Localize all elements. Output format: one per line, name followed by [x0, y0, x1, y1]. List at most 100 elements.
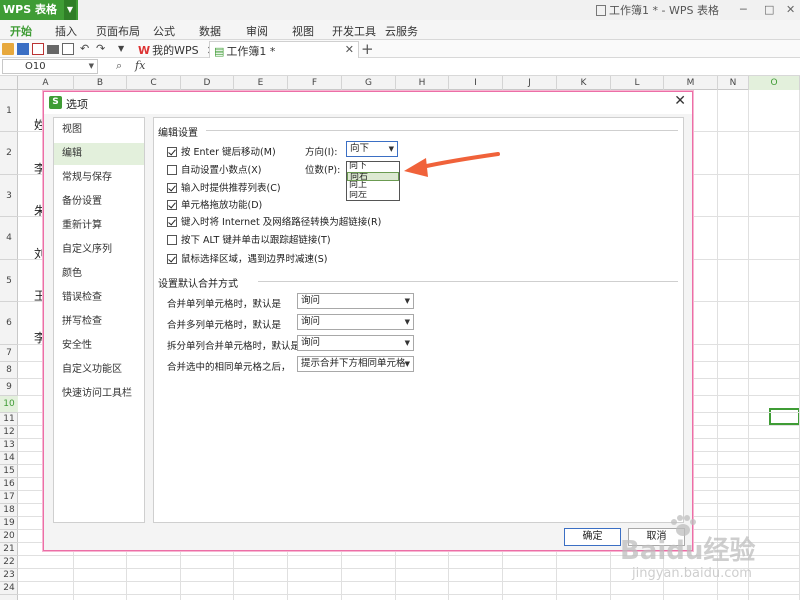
column-header-n[interactable]: N [718, 76, 749, 90]
column-header-h[interactable]: H [396, 76, 449, 90]
minimize-icon[interactable]: ─ [740, 3, 747, 16]
merge-multi-column-select[interactable]: 询问 ▼ [297, 314, 414, 330]
merge-single-column-select[interactable]: 询问 ▼ [297, 293, 414, 309]
column-header-m[interactable]: M [664, 76, 718, 90]
checkbox-move-after-enter[interactable]: 按 Enter 键后移动(M) [167, 144, 276, 158]
row-header-22[interactable]: 22 [0, 556, 18, 569]
tab-cloud[interactable]: 云服务 [385, 23, 418, 39]
row-header-13[interactable]: 13 [0, 439, 18, 452]
maximize-icon[interactable]: □ [764, 3, 774, 16]
chevron-down-icon[interactable]: ▼ [405, 336, 410, 350]
active-cell-o10[interactable] [769, 408, 800, 425]
sidebar-item-10[interactable]: 自定义功能区 [54, 359, 144, 381]
chevron-down-icon[interactable]: ▼ [118, 43, 128, 55]
row-header-18[interactable]: 18 [0, 504, 18, 517]
checkbox-box[interactable] [167, 235, 177, 245]
close-icon[interactable]: ✕ [674, 93, 686, 109]
merge-same-cells-select[interactable]: 提示合并下方相同单元格 ▼ [297, 356, 414, 372]
chevron-down-icon[interactable]: ▼ [405, 315, 410, 329]
row-header-10[interactable]: 10 [0, 396, 18, 413]
column-header-o[interactable]: O [749, 76, 800, 90]
tab-workbook[interactable]: ▤ 工作簿1 * ✕ [209, 41, 359, 58]
column-header-g[interactable]: G [342, 76, 396, 90]
checkbox-slow-at-border[interactable]: 鼠标选择区域，遇到边界时减速(S) [167, 251, 327, 265]
export-pdf-icon[interactable] [32, 43, 44, 55]
chevron-down-icon[interactable]: ▼ [64, 0, 76, 20]
direction-option-1[interactable]: 向右 [347, 171, 399, 181]
tab-data[interactable]: 数据 [199, 23, 221, 39]
save-icon[interactable] [17, 43, 29, 55]
redo-icon[interactable]: ↷ [96, 43, 106, 55]
sidebar-item-2[interactable]: 常规与保存 [54, 167, 144, 189]
column-header-b[interactable]: B [74, 76, 127, 90]
checkbox-box[interactable] [167, 254, 177, 264]
select-all-corner[interactable] [0, 76, 18, 90]
chevron-down-icon[interactable]: ▼ [405, 294, 410, 308]
row-header-8[interactable]: 8 [0, 362, 18, 379]
name-box[interactable]: O10 ▼ [2, 59, 98, 74]
sidebar-item-11[interactable]: 快速访问工具栏 [54, 383, 144, 405]
window-close-icon[interactable]: ✕ [786, 3, 795, 16]
tab-developer[interactable]: 开发工具 [332, 23, 376, 39]
tab-page-layout[interactable]: 页面布局 [96, 23, 140, 39]
column-header-c[interactable]: C [127, 76, 181, 90]
column-header-d[interactable]: D [181, 76, 234, 90]
sidebar-item-6[interactable]: 颜色 [54, 263, 144, 285]
row-header-17[interactable]: 17 [0, 491, 18, 504]
direction-option-2[interactable]: 向上 [347, 181, 399, 190]
row-header-2[interactable]: 2 [0, 132, 18, 175]
zoom-icon[interactable]: ⌕ [116, 59, 122, 73]
tab-insert[interactable]: 插入 [55, 23, 77, 39]
row-header-12[interactable]: 12 [0, 426, 18, 439]
row-header-4[interactable]: 4 [0, 217, 18, 260]
sidebar-item-5[interactable]: 自定义序列 [54, 239, 144, 261]
undo-icon[interactable]: ↶ [80, 43, 90, 55]
print-icon[interactable] [47, 45, 59, 54]
chevron-down-icon[interactable]: ▼ [405, 357, 410, 371]
row-header-1[interactable]: 1 [0, 90, 18, 132]
row-header-14[interactable]: 14 [0, 452, 18, 465]
tab-formulas[interactable]: 公式 [153, 23, 175, 39]
sidebar-item-3[interactable]: 备份设置 [54, 191, 144, 213]
column-header-l[interactable]: L [611, 76, 664, 90]
chevron-down-icon[interactable]: ▼ [89, 60, 94, 73]
sidebar-item-4[interactable]: 重新计算 [54, 215, 144, 237]
row-header-20[interactable]: 20 [0, 530, 18, 543]
column-header-f[interactable]: F [288, 76, 342, 90]
row-header-5[interactable]: 5 [0, 260, 18, 302]
sidebar-item-0[interactable]: 视图 [54, 119, 144, 141]
tab-my-wps[interactable]: W我的WPS✕ [134, 41, 220, 58]
row-header-6[interactable]: 6 [0, 302, 18, 345]
column-header-k[interactable]: K [557, 76, 611, 90]
sidebar-item-9[interactable]: 安全性 [54, 335, 144, 357]
row-header-16[interactable]: 16 [0, 478, 18, 491]
checkbox-box[interactable] [167, 183, 177, 193]
column-header-e[interactable]: E [234, 76, 288, 90]
checkbox-autocomplete[interactable]: 输入时提供推荐列表(C) [167, 180, 281, 194]
function-icon[interactable]: fx [135, 59, 145, 72]
checkbox-box[interactable] [167, 200, 177, 210]
tab-home[interactable]: 开始 [6, 23, 36, 43]
column-header-i[interactable]: I [449, 76, 503, 90]
checkbox-auto-decimal[interactable]: 自动设置小数点(X) [167, 162, 261, 176]
checkbox-box[interactable] [167, 147, 177, 157]
checkbox-alt-click-link[interactable]: 按下 ALT 键并单击以跟踪超链接(T) [167, 232, 331, 246]
column-header-j[interactable]: J [503, 76, 557, 90]
row-header-24[interactable]: 24 [0, 582, 18, 595]
row-header-23[interactable]: 23 [0, 569, 18, 582]
sidebar-item-8[interactable]: 拼写检查 [54, 311, 144, 333]
sidebar-item-7[interactable]: 错误检查 [54, 287, 144, 309]
new-tab-icon[interactable]: + [361, 40, 374, 58]
checkbox-auto-hyperlink[interactable]: 键入时将 Internet 及网络路径转换为超链接(R) [167, 214, 381, 228]
direction-option-0[interactable]: 向下 [347, 162, 399, 171]
close-icon[interactable]: ✕ [345, 43, 354, 56]
chevron-down-icon[interactable]: ▼ [389, 142, 394, 156]
row-header-7[interactable]: 7 [0, 345, 18, 362]
row-header-9[interactable]: 9 [0, 379, 18, 396]
print-preview-icon[interactable] [62, 43, 74, 55]
checkbox-box[interactable] [167, 217, 177, 227]
row-header-3[interactable]: 3 [0, 175, 18, 217]
split-merged-select[interactable]: 询问 ▼ [297, 335, 414, 351]
checkbox-box[interactable] [167, 165, 177, 175]
column-header-a[interactable]: A [18, 76, 74, 90]
